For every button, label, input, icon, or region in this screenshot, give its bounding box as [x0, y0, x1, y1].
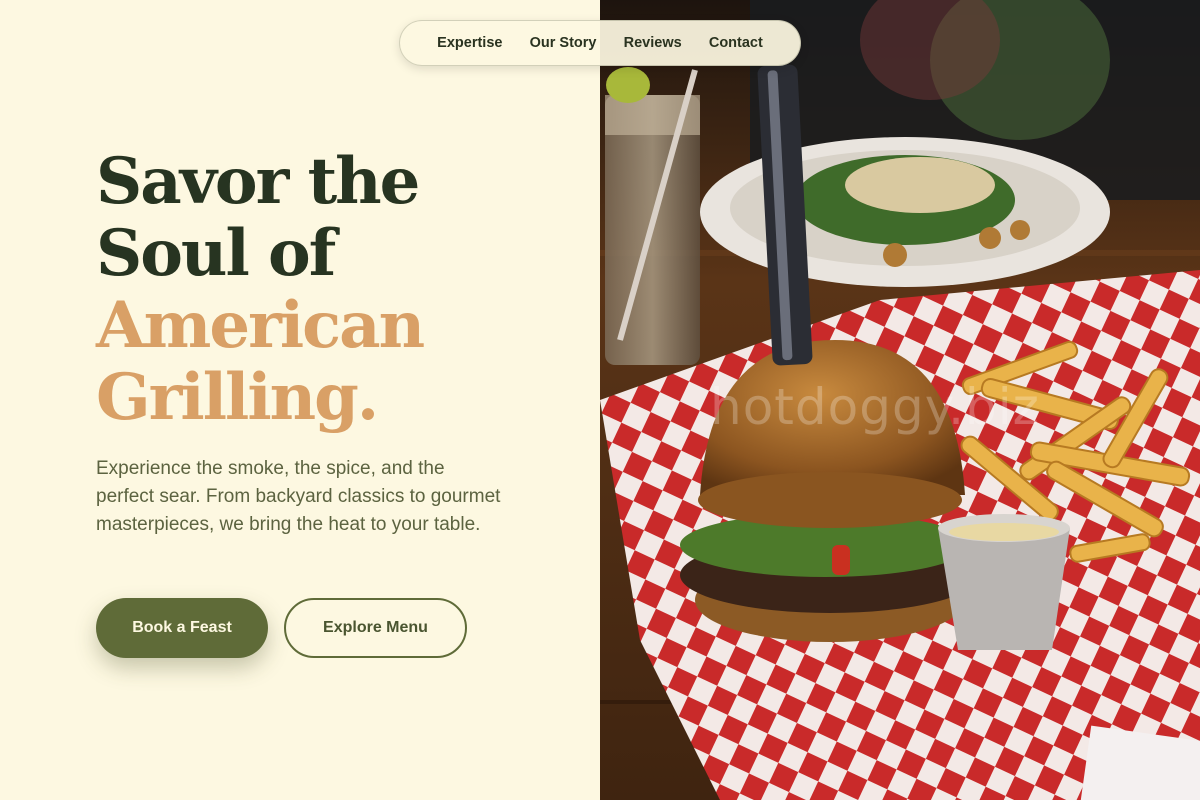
headline-line-1: Savor the: [96, 144, 420, 219]
explore-menu-button[interactable]: Explore Menu: [284, 598, 467, 658]
hero-headline: Savor the Soul of American Grilling.: [96, 144, 425, 435]
headline-line-4: Grilling.: [96, 360, 379, 435]
nav-link-our-story[interactable]: Our Story: [530, 35, 597, 51]
watermark-text: hotdoggy.biz: [710, 378, 1040, 436]
headline-line-3: American: [96, 288, 425, 363]
nav-link-reviews[interactable]: Reviews: [624, 35, 682, 51]
hero-description: Experience the smoke, the spice, and the…: [96, 458, 501, 535]
nav-link-contact[interactable]: Contact: [709, 35, 763, 51]
main-nav: Expertise Our Story Reviews Contact: [399, 20, 801, 66]
book-a-feast-button[interactable]: Book a Feast: [96, 598, 268, 658]
nav-link-expertise[interactable]: Expertise: [437, 35, 502, 51]
headline-line-2: Soul of: [96, 216, 336, 291]
hero-left-panel: Savor the Soul of American Grilling. Exp…: [0, 0, 600, 800]
